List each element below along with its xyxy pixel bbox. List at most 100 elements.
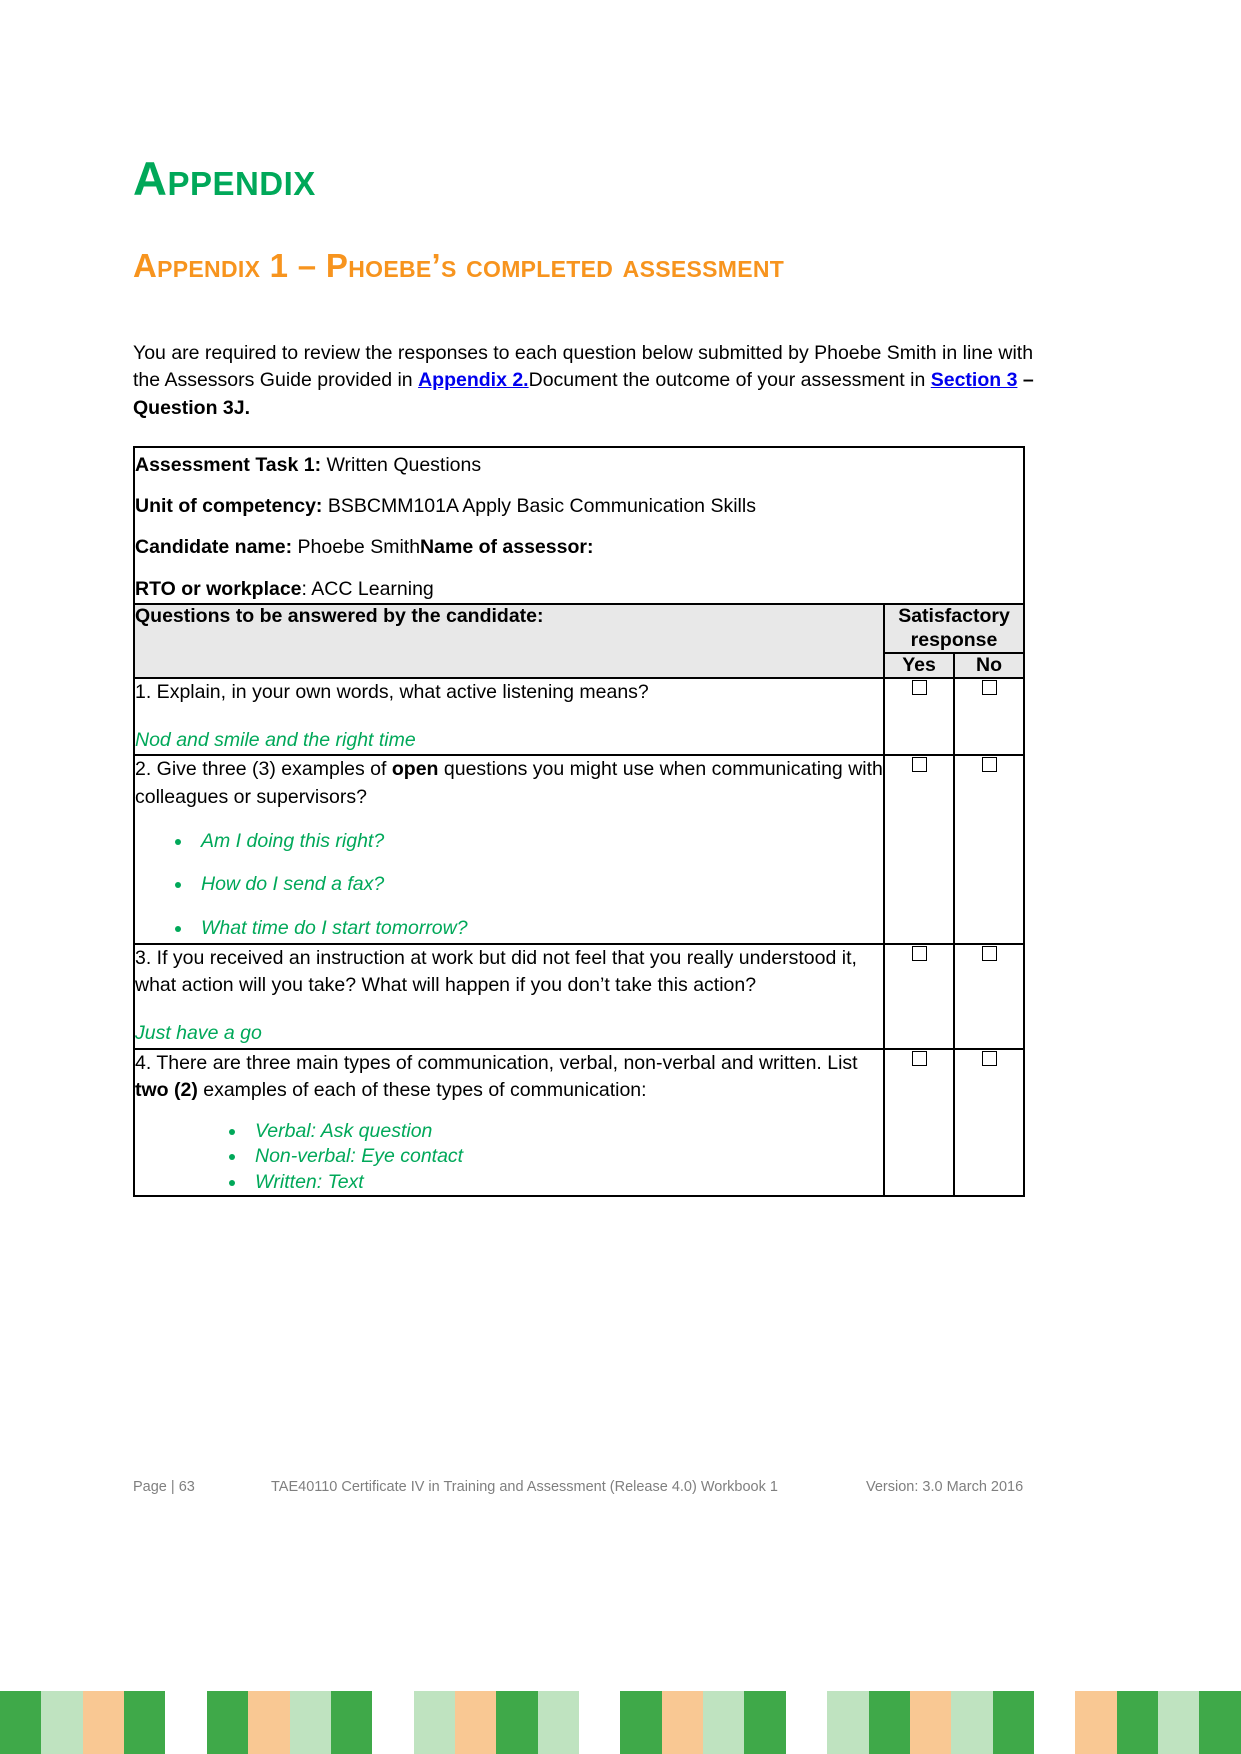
candidate-label: Candidate name: [135,536,293,559]
assessment-info-cell: Assessment Task 1: Written Questions Uni… [132,445,1026,606]
color-bar-cell [827,1691,869,1754]
color-bar-cell [785,1691,828,1754]
rto-line: RTO or workplace: ACC Learning [135,572,1023,603]
question-3-cell: 3. If you received an instruction at wor… [133,942,885,1050]
color-bar-cell [1116,1691,1159,1754]
question-3-body: If you received an instruction at work b… [135,946,857,997]
color-bar-cell [537,1691,580,1754]
questions-column-header: Questions to be answered by the candidat… [133,603,885,679]
color-bar-cell [1158,1691,1200,1754]
color-bar-cell [1075,1691,1117,1754]
question-4-no-cell[interactable] [952,1047,1026,1198]
checkbox-icon[interactable] [911,945,927,961]
unit-label: Unit of competency: [135,494,323,517]
color-bar-cell [82,1691,125,1754]
list-item: Am I doing this right? [193,828,883,872]
color-bar-cell [289,1691,331,1754]
question-4-cell: 4. There are three main types of communi… [133,1047,885,1198]
question-1-cell: 1. Explain, in your own words, what acti… [133,676,885,757]
color-bar-cell [703,1691,745,1754]
color-bar-cell [413,1691,455,1754]
candidate-name-line: Candidate name: Phoebe SmithName of asse… [135,530,1023,571]
rto-value: : ACC Learning [301,577,434,600]
color-bar-cell [0,1691,42,1754]
yes-column-header: Yes [883,651,955,679]
satisfactory-response-header: Satisfactory response [882,603,1026,654]
checkbox-icon[interactable] [911,1050,927,1066]
assessment-table: Assessment Task 1: Written Questions Uni… [132,445,1026,1198]
question-2-emphasis: open [391,758,439,781]
decorative-color-bar [0,1691,1241,1754]
color-bar-cell [248,1691,290,1754]
question-row-2: 2. Give three (3) examples of open quest… [133,754,1026,945]
color-bar-cell [909,1691,952,1754]
color-bar-cell [951,1691,993,1754]
color-bar-cell [372,1691,414,1754]
table-header-row: Questions to be answered by the candidat… [133,603,1026,679]
list-item: Non-verbal: Eye contact [247,1144,883,1169]
question-2-answer-list: Am I doing this right? How do I send a f… [135,812,883,943]
candidate-value: Phoebe Smith [292,536,421,559]
question-1-yes-cell[interactable] [883,676,955,757]
question-3-number: 3. [135,946,152,969]
color-bar-cell [620,1691,662,1754]
question-3-no-cell[interactable] [952,942,1026,1050]
list-item: What time do I start tomorrow? [193,915,883,943]
checkbox-icon[interactable] [981,945,997,961]
color-bar-cell [1199,1691,1241,1754]
question-3-yes-cell[interactable] [883,942,955,1050]
question-4-text: 4. There are three main types of communi… [135,1050,883,1105]
page-title: Appendix [133,152,316,205]
color-bar-cell [330,1691,373,1754]
color-bar-cell [165,1691,207,1754]
color-bar-cell [124,1691,166,1754]
assessor-label: Name of assessor: [420,536,594,559]
question-4-body-before: There are three main types of communicat… [151,1051,858,1074]
footer-version: Version: 3.0 March 2016 [866,1479,1024,1495]
no-column-header: No [952,651,1026,679]
checkbox-icon[interactable] [911,757,927,773]
color-bar-cell [496,1691,538,1754]
question-row-3: 3. If you received an instruction at wor… [133,942,1026,1050]
assessment-task-value: Written Questions [321,453,482,476]
checkbox-icon[interactable] [981,1050,997,1066]
question-1-body: Explain, in your own words, what active … [151,680,649,703]
question-1-no-cell[interactable] [952,676,1026,757]
question-1-answer: Nod and smile and the right time [135,728,416,751]
question-1-text: 1. Explain, in your own words, what acti… [135,679,883,707]
unit-value: BSBCMM101A Apply Basic Communication Ski… [322,494,756,517]
footer-page-number: Page | 63 [133,1479,195,1495]
question-2-no-cell[interactable] [952,754,1026,945]
checkbox-icon[interactable] [981,757,997,773]
checkbox-icon[interactable] [981,679,997,695]
question-3-answer: Just have a go [135,1022,262,1045]
table-info-row: Assessment Task 1: Written Questions Uni… [132,445,1026,606]
question-4-answer-list: Verbal: Ask question Non-verbal: Eye con… [135,1105,883,1195]
checkbox-icon[interactable] [911,679,927,695]
assessment-task-line: Assessment Task 1: Written Questions [135,448,1023,489]
color-bar-cell [1033,1691,1076,1754]
appendix-2-link[interactable]: Appendix 2. [418,369,529,391]
question-2-text: 2. Give three (3) examples of open quest… [135,756,883,811]
question-2-number: 2. [135,758,152,781]
document-page: Appendix Appendix 1 – Phoebe’s completed… [0,0,1241,1754]
color-bar-cell [868,1691,910,1754]
unit-of-competency-line: Unit of competency: BSBCMM101A Apply Bas… [135,489,1023,530]
color-bar-cell [661,1691,704,1754]
list-item: Written: Text [247,1170,883,1195]
question-3-text: 3. If you received an instruction at wor… [135,945,883,1000]
question-2-cell: 2. Give three (3) examples of open quest… [133,754,885,945]
color-bar-cell [206,1691,249,1754]
rto-label: RTO or workplace [135,577,302,600]
footer-course-title: TAE40110 Certificate IV in Training and … [271,1479,778,1495]
color-bar-cell [579,1691,621,1754]
question-2-yes-cell[interactable] [883,754,955,945]
color-bar-cell [744,1691,786,1754]
section-3-link[interactable]: Section 3 [931,369,1018,391]
question-4-body-after: examples of each of these types of commu… [197,1079,647,1102]
question-4-yes-cell[interactable] [883,1047,955,1198]
list-item: How do I send a fax? [193,871,883,915]
question-4-emphasis: two (2) [135,1079,198,1102]
question-2-body-before: Give three (3) examples of [151,758,392,781]
question-1-number: 1. [135,680,152,703]
